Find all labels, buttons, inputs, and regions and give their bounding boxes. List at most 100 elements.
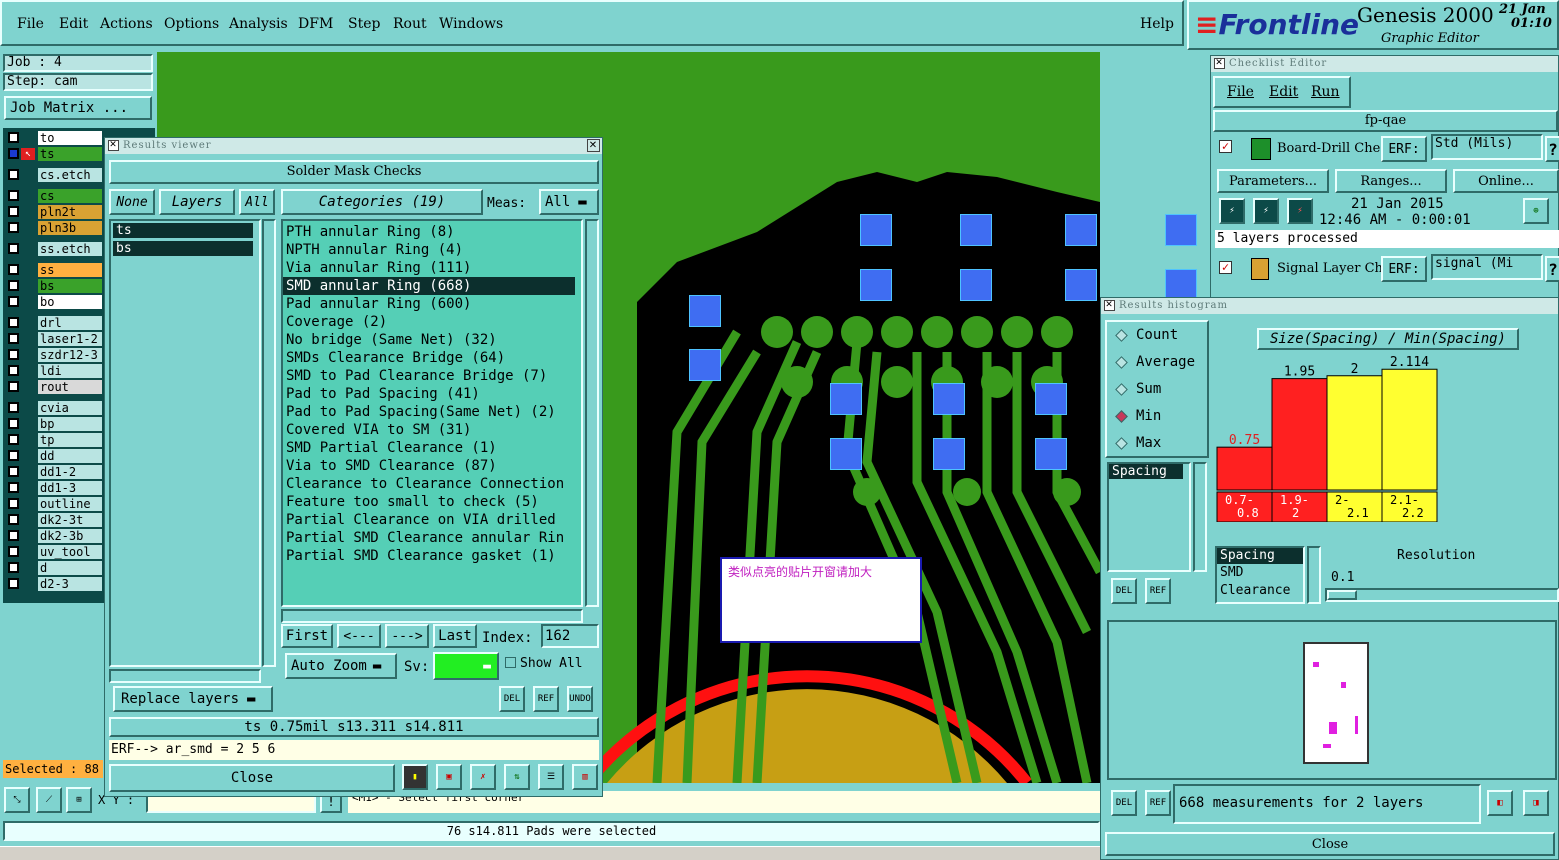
ref-crossed-icon[interactable]: ✗ [470,764,496,790]
help-question-icon[interactable]: ? [1545,256,1559,282]
layer-checkbox[interactable] [8,578,19,589]
layer-checkbox[interactable] [8,365,19,376]
layer-row-dd1-2[interactable]: dd1-2 [8,464,102,479]
row1-erf-field[interactable]: Std (Mils) [1431,134,1543,160]
result-layer-item[interactable]: ts [113,223,253,238]
run-all-icon[interactable]: ⚡ [1253,198,1279,224]
smd-pad[interactable] [1035,383,1067,415]
smd-pad[interactable] [830,438,862,470]
row2-checkbox[interactable]: ✓ [1219,261,1232,274]
selected-measure-item[interactable]: SMD [1217,564,1303,582]
smd-pad[interactable] [830,383,862,415]
smd-pad[interactable] [933,383,965,415]
measure-option-count[interactable]: Count [1107,322,1207,349]
layer-checkbox[interactable] [8,466,19,477]
layer-row-ts[interactable]: ↖ ts [8,146,102,161]
index-input[interactable] [541,624,599,648]
layer-row-dk2-3t[interactable]: dk2-3t [8,512,102,527]
smd-pad[interactable] [933,438,965,470]
category-item[interactable]: No bridge (Same Net) (32) [283,331,581,349]
smd-pad[interactable] [860,214,892,246]
histogram-icon[interactable]: ▥ [572,764,598,790]
sort-icon[interactable]: ⇅ [504,764,530,790]
board-preview[interactable] [1107,620,1557,780]
layer-checkbox[interactable] [8,132,19,143]
layer-row-to[interactable]: to [8,130,102,145]
auto-zoom-select[interactable]: Auto Zoom ▬ [285,653,397,679]
categories-button[interactable]: Categories (19) [281,189,483,215]
layer-checkbox[interactable] [8,243,19,254]
category-item[interactable]: SMD annular Ring (668) [283,277,575,295]
layer-checkbox[interactable] [8,381,19,392]
category-item[interactable]: Pad annular Ring (600) [283,295,581,313]
category-item[interactable]: Pad to Pad Spacing (41) [283,385,581,403]
ref-button[interactable]: REF [533,686,559,712]
online-button[interactable]: Online... [1453,169,1559,193]
hist-ref-button[interactable]: REF [1145,578,1171,604]
smd-pad[interactable] [1065,214,1097,246]
layer-row-tp[interactable]: tp [8,432,102,447]
layer-checkbox[interactable] [8,349,19,360]
histogram-bar[interactable] [1326,375,1383,491]
report-icon[interactable]: ☰ [538,764,564,790]
layer-row-d2-3[interactable]: d2-3 [8,576,102,591]
layer-checkbox[interactable] [8,434,19,445]
spacing-list-vscroll[interactable] [1193,462,1207,572]
measure-option-average[interactable]: Average [1107,349,1207,376]
layer-checkbox[interactable] [8,190,19,201]
layer-row-rout[interactable]: rout [8,379,102,394]
category-item[interactable]: Covered VIA to SM (31) [283,421,581,439]
zoom-in-icon[interactable]: ◧ [1487,790,1513,816]
resolution-slider-thumb[interactable] [1327,590,1357,600]
preview-del-button[interactable]: DEL [1111,790,1137,816]
checklist-menu-edit[interactable]: Edit [1269,84,1298,100]
layer-checkbox[interactable] [8,514,19,525]
hist-del-button[interactable]: DEL [1111,578,1137,604]
layer-checkbox[interactable] [8,148,19,159]
layer-row-dd1-3[interactable]: dd1-3 [8,480,102,495]
del-button[interactable]: DEL [499,686,525,712]
category-item[interactable]: Clearance to Clearance Connection [283,475,581,493]
measure-option-sum[interactable]: Sum [1107,376,1207,403]
spacing-list-item[interactable]: Spacing [1109,464,1183,479]
layer-list-vscroll[interactable] [262,219,276,667]
row2-label[interactable]: Signal Layer Ch [1277,261,1383,276]
category-list-vscroll[interactable] [585,219,599,607]
menu-options[interactable]: Options [164,16,219,32]
menu-step[interactable]: Step [348,16,380,32]
menu-rout[interactable]: Rout [393,16,427,32]
run-icon[interactable]: ⚡ [1219,198,1245,224]
layer-checkbox[interactable] [8,169,19,180]
grid-icon[interactable]: ⊞ [66,787,92,813]
layer-row-cvia[interactable]: cvia [8,400,102,415]
none-button[interactable]: None [109,189,155,215]
layer-row-ldi[interactable]: ldi [8,363,102,378]
menu-windows[interactable]: Windows [439,16,503,32]
undo-button[interactable]: UNDO [567,686,593,712]
measure-icon[interactable]: ⟋ [36,787,62,813]
checklist-menu-run[interactable]: Run [1311,84,1340,100]
category-item[interactable]: Partial SMD Clearance annular Rin [283,529,581,547]
zoom-fit-icon[interactable]: ⤡ [4,787,30,813]
smd-pad[interactable] [960,214,992,246]
layer-list-hscroll[interactable] [109,669,261,683]
smd-pad[interactable] [1065,269,1097,301]
layer-row-bo[interactable]: bo [8,294,102,309]
category-item[interactable]: Partial SMD Clearance gasket (1) [283,547,581,565]
layer-checkbox[interactable] [8,450,19,461]
category-item[interactable]: SMD to Pad Clearance Bridge (7) [283,367,581,385]
layer-row-ss[interactable]: ss [8,262,102,277]
row2-erf-field[interactable]: signal (Mi [1431,254,1543,280]
layer-checkbox[interactable] [8,418,19,429]
smd-pad[interactable] [1165,214,1197,246]
category-item[interactable]: SMDs Clearance Bridge (64) [283,349,581,367]
result-layer-item[interactable]: bs [113,241,253,256]
first-button[interactable]: First [281,624,333,648]
category-list-hscroll[interactable] [281,609,583,623]
menu-edit[interactable]: Edit [59,16,88,32]
smd-pad[interactable] [689,295,721,327]
preview-ref-button[interactable]: REF [1145,790,1171,816]
layer-row-dk2-3b[interactable]: dk2-3b [8,528,102,543]
smd-pad[interactable] [689,349,721,381]
menu-file[interactable]: File [17,16,44,32]
